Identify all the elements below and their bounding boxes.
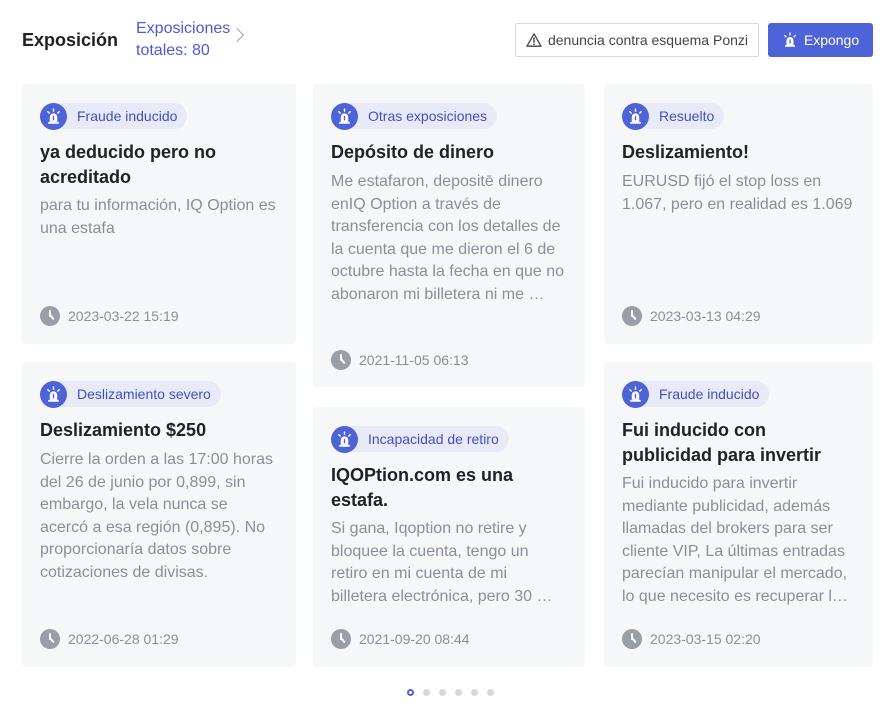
category-tag-label: Otras exposiciones xyxy=(350,103,498,129)
category-tag-label: Fraude inducido xyxy=(59,103,188,129)
alarm-siren-icon xyxy=(40,380,67,408)
card-title: Fui inducido con publicidad para inverti… xyxy=(622,420,822,465)
card-date: 2023-03-15 02:20 xyxy=(622,628,761,650)
total-exposures-line1: Exposiciones xyxy=(136,20,231,37)
card-date-text: 2022-06-28 01:29 xyxy=(68,631,179,647)
category-tag: Resuelto xyxy=(622,102,725,130)
report-ponzi-button[interactable]: denuncia contra esquema Ponzi xyxy=(515,23,759,57)
exposure-card[interactable]: Fraude inducido ya deducido pero no acre… xyxy=(22,84,296,344)
total-exposures-link[interactable]: Exposiciones totales: 80 xyxy=(136,18,245,62)
alarm-siren-icon xyxy=(40,102,67,130)
alarm-siren-icon xyxy=(331,102,358,130)
card-date: 2021-11-05 06:13 xyxy=(331,349,469,371)
clock-icon xyxy=(331,629,351,649)
category-tag-label: Resuelto xyxy=(641,103,725,129)
exposure-card[interactable]: Otras exposiciones Depósito de dinero Me… xyxy=(313,84,585,387)
category-tag-label: Fraude inducido xyxy=(641,381,770,407)
category-tag-label: Incapacidad de retiro xyxy=(350,426,509,452)
card-title: Deslizamiento! xyxy=(622,142,750,162)
clock-icon xyxy=(331,350,351,370)
warning-triangle-icon xyxy=(526,33,542,47)
alarm-siren-icon xyxy=(331,425,358,453)
clock-icon xyxy=(40,629,60,649)
category-tag-label: Deslizamiento severo xyxy=(59,381,221,407)
card-date: 2023-03-22 15:19 xyxy=(40,305,179,327)
category-tag: Incapacidad de retiro xyxy=(331,425,509,453)
category-tag: Deslizamiento severo xyxy=(40,380,221,408)
card-description: Si gana, Iqoption no retire y bloquee la… xyxy=(331,520,553,605)
card-description: Cierre la orden a las 17:00 horas del 26… xyxy=(40,451,274,581)
alarm-siren-icon xyxy=(783,32,796,47)
category-tag: Otras exposiciones xyxy=(331,102,498,130)
card-date: 2022-06-28 01:29 xyxy=(40,628,179,650)
pagination-dot[interactable] xyxy=(486,689,494,696)
exposure-card[interactable]: Deslizamiento severo Deslizamiento $250 … xyxy=(22,362,296,667)
clock-icon xyxy=(622,306,642,326)
card-description: EURUSD fijó el stop loss en 1.067, pero … xyxy=(622,173,853,213)
pagination-dot[interactable] xyxy=(454,689,462,696)
pagination-dot[interactable] xyxy=(406,689,414,696)
pagination-dot[interactable] xyxy=(438,689,446,696)
report-ponzi-label: denuncia contra esquema Ponzi xyxy=(547,32,749,48)
exposure-card[interactable]: Resuelto Deslizamiento! EURUSD fijó el s… xyxy=(604,84,873,344)
card-description: para tu información, IQ Option es una es… xyxy=(40,197,276,237)
chevron-right-icon xyxy=(229,27,245,43)
card-date-text: 2023-03-13 04:29 xyxy=(650,308,761,324)
page-title: Exposición xyxy=(22,30,119,50)
carousel-pagination xyxy=(0,689,896,699)
pagination-dot[interactable] xyxy=(422,689,430,696)
clock-icon xyxy=(40,306,60,326)
card-title: IQOPtion.com es una estafa. xyxy=(331,465,514,510)
card-date: 2023-03-13 04:29 xyxy=(622,305,761,327)
card-date-text: 2021-09-20 08:44 xyxy=(359,631,470,647)
card-title: ya deducido pero no acreditado xyxy=(40,142,217,187)
alarm-siren-icon xyxy=(622,102,649,130)
card-description: Fui inducido para invertir mediante publ… xyxy=(622,475,848,605)
card-title: Deslizamiento $250 xyxy=(40,420,207,440)
page-header: Exposición Exposiciones totales: 80 denu… xyxy=(0,0,896,80)
alarm-siren-icon xyxy=(622,380,649,408)
card-date-text: 2021-11-05 06:13 xyxy=(359,352,469,368)
card-date-text: 2023-03-22 15:19 xyxy=(68,308,179,324)
exposure-card[interactable]: Incapacidad de retiro IQOPtion.com es un… xyxy=(313,407,585,667)
expose-button[interactable]: Expongo xyxy=(768,23,873,57)
card-date: 2021-09-20 08:44 xyxy=(331,628,470,650)
expose-button-label: Expongo xyxy=(803,32,860,48)
pagination-dot[interactable] xyxy=(470,689,478,696)
card-date-text: 2023-03-15 02:20 xyxy=(650,631,761,647)
card-title: Depósito de dinero xyxy=(331,142,495,162)
exposure-card[interactable]: Fraude inducido Fui inducido con publici… xyxy=(604,362,873,667)
category-tag: Fraude inducido xyxy=(622,380,770,408)
total-exposures-line2: totales: 80 xyxy=(136,42,210,59)
card-description: Me estafaron, depositē dinero enIQ Optio… xyxy=(331,173,565,303)
clock-icon xyxy=(622,629,642,649)
category-tag: Fraude inducido xyxy=(40,102,188,130)
